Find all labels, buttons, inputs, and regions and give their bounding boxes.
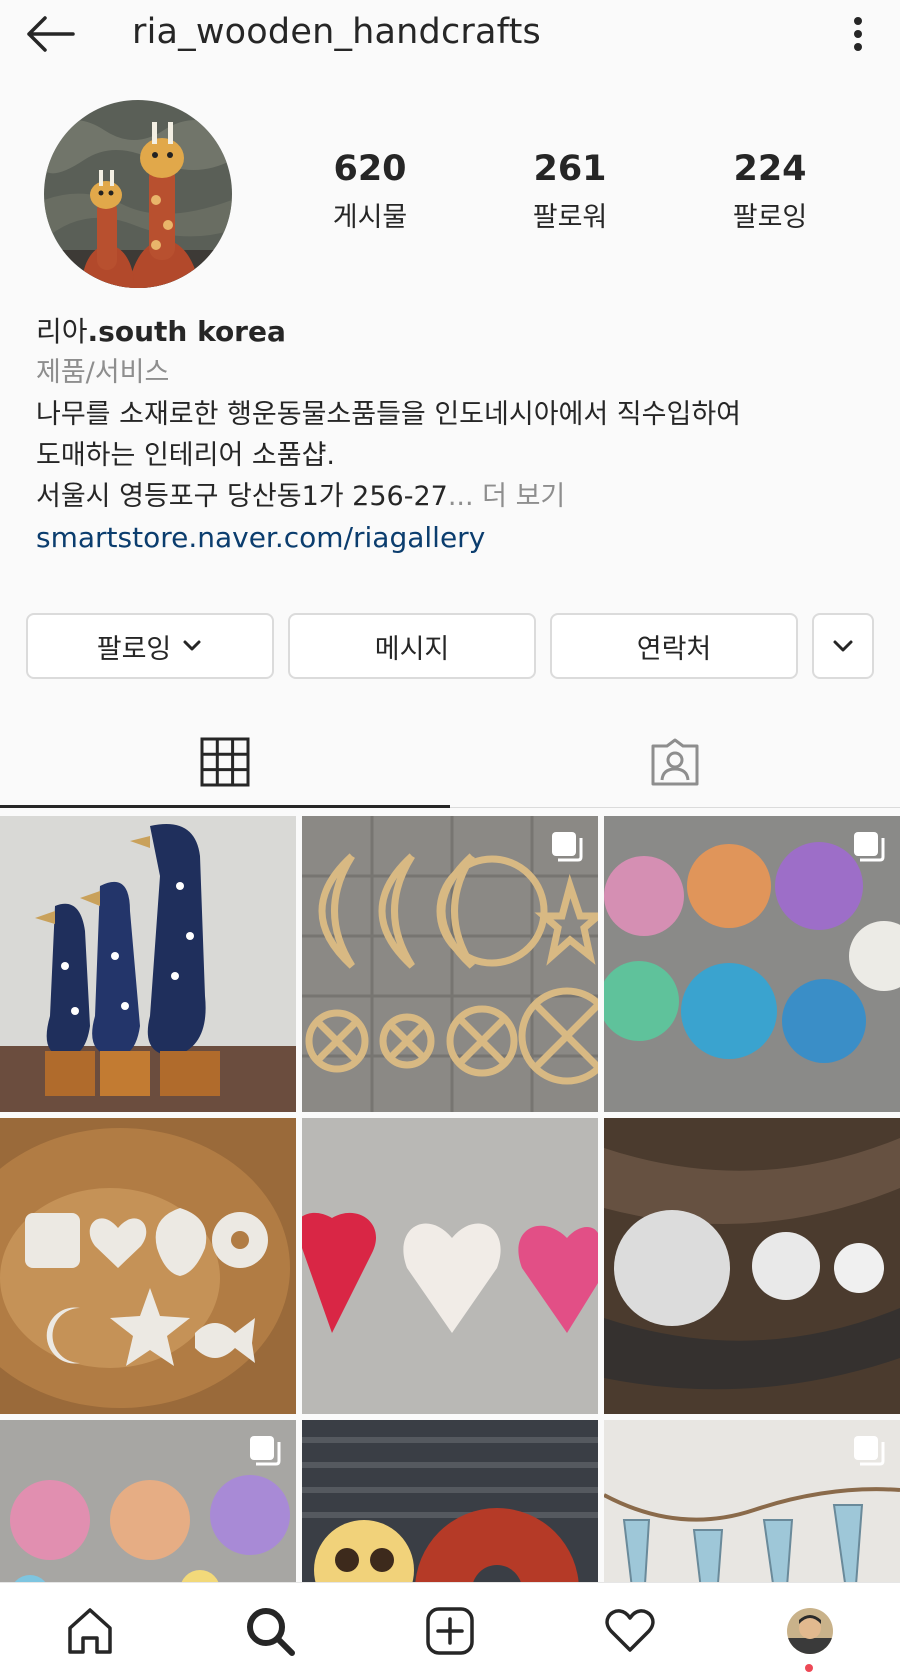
carousel-multiple-icon [854,1436,885,1466]
post-tile[interactable] [302,1420,598,1582]
bio-line-3: 서울시 영등포구 당산동1가 256-27... 더 보기 [36,476,876,517]
stat-following[interactable]: 224 팔로잉 [690,150,850,234]
bio-more-link[interactable]: ... 더 보기 [448,481,565,512]
post-tile[interactable] [302,1118,598,1414]
stat-followers-label: 팔로워 [532,201,608,233]
post-tile[interactable] [0,816,296,1112]
contact-button[interactable]: 연락처 [550,613,798,679]
nav-new-post[interactable] [414,1595,486,1667]
chevron-down-icon [833,640,853,652]
profile-avatar[interactable] [44,100,232,288]
bottom-navigation [0,1582,900,1680]
post-tile[interactable] [604,1118,900,1414]
profile-display-name: 리아.south korea [36,312,876,352]
new-post-icon [426,1607,474,1655]
post-tile[interactable] [604,816,900,1112]
stat-posts-label: 게시물 [332,201,408,233]
display-name-suffix: .south korea [87,315,286,348]
nav-activity[interactable] [594,1595,666,1667]
post-tile[interactable] [0,1118,296,1414]
search-icon [247,1608,295,1656]
tab-tagged[interactable] [450,718,900,808]
bio-line-1: 나무를 소재로한 행운동물소품들을 인도네시아에서 직수입하여 [36,399,742,430]
stat-posts-count: 620 [333,149,407,189]
profile-category: 제품/서비스 [36,357,170,388]
notification-dot [805,1664,813,1672]
profile-bio: 리아.south korea 제품/서비스 나무를 소재로한 행운동물소품들을 … [36,312,876,559]
carousel-multiple-icon [250,1436,281,1466]
stat-followers[interactable]: 261 팔로워 [490,150,650,234]
carousel-multiple-icon [552,832,583,862]
posts-grid [0,816,900,1582]
grid-icon [200,737,250,786]
profile-username: ria_wooden_handcrafts [132,12,541,52]
back-button[interactable] [22,10,78,58]
tab-grid[interactable] [0,718,450,808]
message-button[interactable]: 메시지 [288,613,536,679]
more-options-button[interactable] [838,10,878,58]
suggested-accounts-button[interactable] [812,613,874,679]
top-bar: ria_wooden_handcrafts [0,0,900,68]
message-button-label: 메시지 [374,633,450,665]
chevron-down-icon [183,640,201,651]
stat-posts[interactable]: 620 게시물 [290,150,450,234]
stat-following-label: 팔로잉 [732,201,808,233]
profile-website-link[interactable]: smartstore.naver.com/riagallery [36,517,876,559]
tagged-user-icon [651,738,699,786]
following-button[interactable]: 팔로잉 [26,613,274,679]
stat-following-count: 224 [733,149,807,189]
more-vertical-icon [854,17,862,51]
nav-search[interactable] [234,1595,306,1667]
nav-profile[interactable] [774,1595,846,1667]
following-button-label: 팔로잉 [96,633,172,665]
bio-line-2: 도매하는 인테리어 소품샵. [36,440,335,471]
carousel-multiple-icon [854,832,885,862]
profile-avatar-icon [787,1608,833,1654]
nav-home[interactable] [54,1595,126,1667]
profile-tabs [0,718,900,808]
contact-button-label: 연락처 [636,633,712,665]
bio-address: 서울시 영등포구 당산동1가 256-27 [36,481,448,512]
display-name-prefix: 리아 [36,315,88,348]
activity-heart-icon [605,1609,655,1652]
post-tile[interactable] [0,1420,296,1582]
arrow-left-icon [27,16,75,52]
home-icon [68,1608,112,1654]
stat-followers-count: 261 [533,149,607,189]
post-tile[interactable] [604,1420,900,1582]
post-tile[interactable] [302,816,598,1112]
